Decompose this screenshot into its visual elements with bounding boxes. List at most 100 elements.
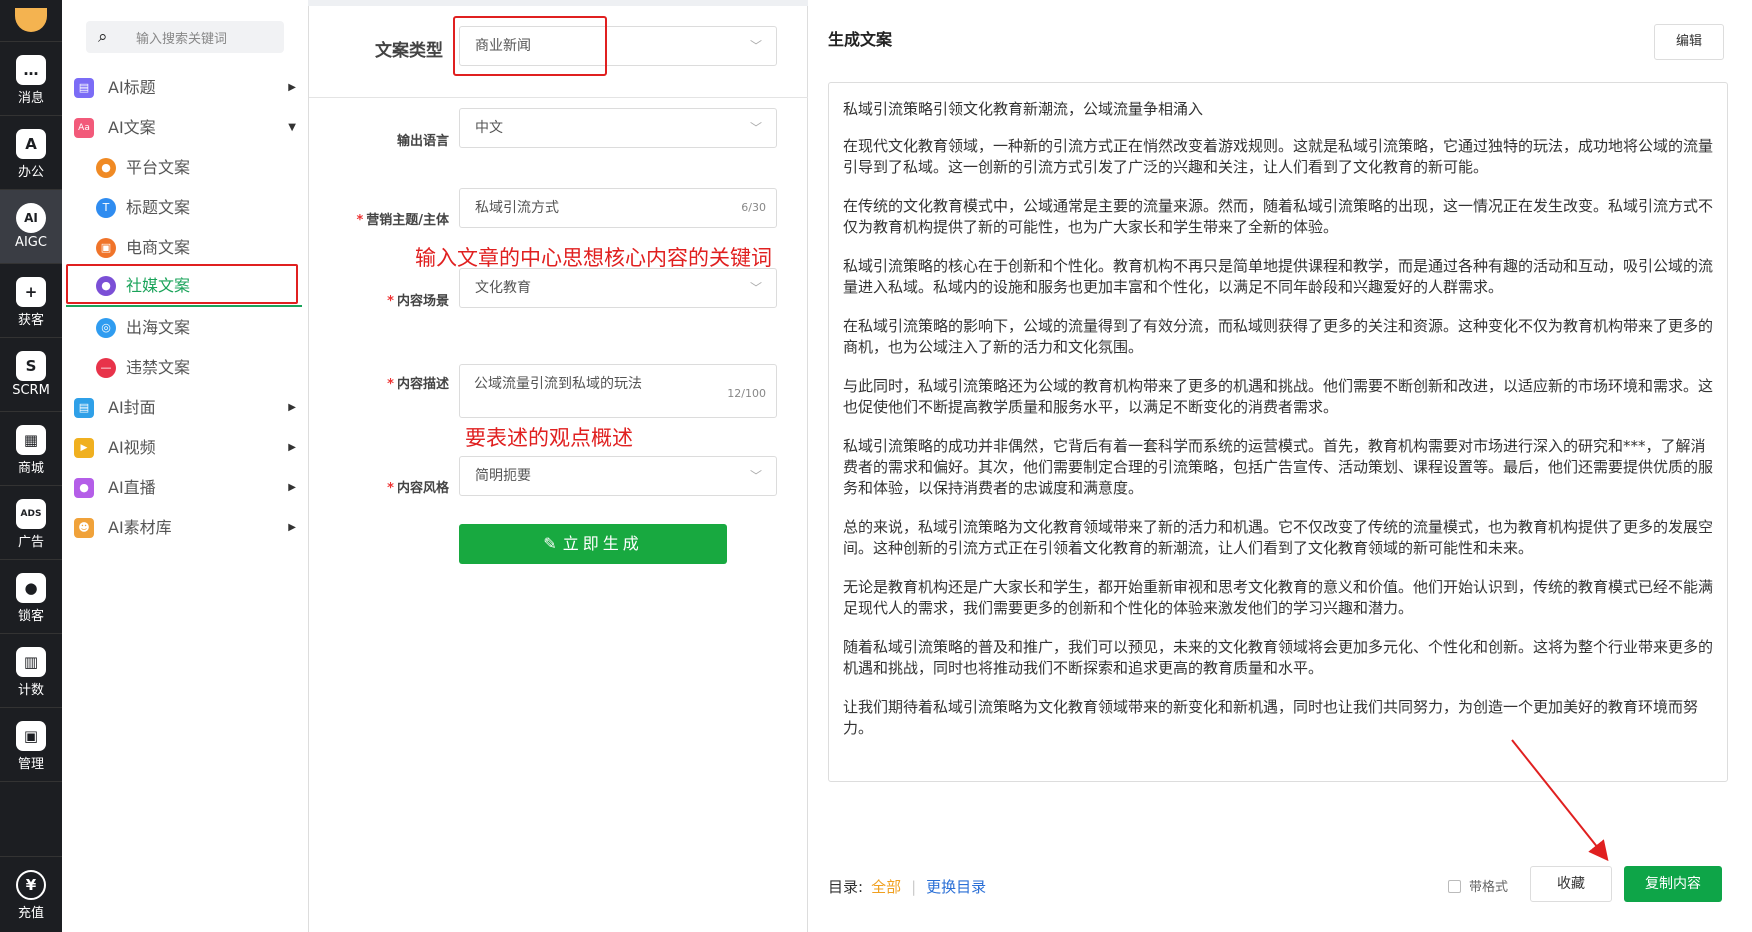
nav-item-messages[interactable]: … 消息 — [0, 42, 62, 116]
left-icon-bar: … 消息 A 办公 AI AIGC + 获客 S SCRM ▦ 商城 ADS 广… — [0, 0, 62, 932]
style-select[interactable]: 简明扼要 ﹀ — [459, 456, 777, 496]
avatar — [15, 8, 47, 32]
nav-item-store[interactable]: ▦ 商城 — [0, 412, 62, 486]
nav-item-scrm[interactable]: S SCRM — [0, 338, 62, 412]
menu-ai-cover[interactable]: ▤ AI封面 ▶ — [68, 388, 306, 428]
ai-title-icon: ▤ — [74, 78, 94, 98]
toc-bar: 目录: 全部 | 更换目录 — [828, 876, 986, 897]
format-label: 带格式 — [1469, 880, 1509, 895]
output-language-value: 中文 — [475, 120, 503, 136]
edit-button[interactable]: 编辑 — [1654, 24, 1724, 60]
toc-switch-link[interactable]: 更换目录 — [926, 878, 986, 896]
article-paragraph: 在私域引流策略的影响下，公域的流量得到了有效分流，而私域则获得了更多的关注和资源… — [843, 317, 1714, 356]
output-language-select[interactable]: 中文 ﹀ — [459, 108, 777, 148]
nav-item-lock[interactable]: ● 锁客 — [0, 560, 62, 634]
nav-label: 锁客 — [17, 609, 44, 624]
nav-avatar[interactable] — [0, 0, 62, 42]
live-icon: ● — [74, 478, 94, 498]
generated-content[interactable]: 私域引流策略引领文化教育新潮流，公域流量争相涌入 在现代文化教育领域，一种新的引… — [828, 82, 1728, 782]
scene-label-text: 内容场景 — [396, 294, 449, 309]
generate-label: 立即生成 — [562, 534, 643, 553]
menu-label: 电商文案 — [126, 238, 191, 257]
article-paragraph: 私域引流策略的核心在于创新和个性化。教育机构不再只是简单地提供课程和教学，而是通… — [843, 257, 1714, 296]
menu-ai-video[interactable]: ▶ AI视频 ▶ — [68, 428, 306, 468]
description-value: 公域流量引流到私域的玩法 — [474, 376, 642, 392]
store-icon: ▦ — [16, 425, 46, 455]
article-paragraph: 无论是教育机构还是广大家长和学生，都开始重新审视和思考文化教育的意义和价值。他们… — [843, 578, 1714, 617]
nav-item-ads[interactable]: ADS 广告 — [0, 486, 62, 560]
count-icon: ▥ — [16, 647, 46, 677]
caret-right-icon: ▶ — [288, 522, 296, 533]
menu-label: AI文案 — [108, 118, 156, 137]
article-paragraph: 随着私域引流策略的普及和推广，我们可以预见，未来的文化教育领域将会更加多元化、个… — [843, 638, 1714, 677]
description-textarea[interactable]: 公域流量引流到私域的玩法 12/100 — [459, 364, 777, 418]
favorite-button[interactable]: 收藏 — [1530, 866, 1612, 902]
menu-headline-copy[interactable]: T 标题文案 — [84, 188, 306, 228]
required-mark: * — [387, 294, 394, 309]
scene-select[interactable]: 文化教育 ﹀ — [459, 268, 777, 308]
cover-icon: ▤ — [74, 398, 94, 418]
menu-ai-live[interactable]: ● AI直播 ▶ — [68, 468, 306, 508]
generate-button[interactable]: ✎ 立即生成 — [459, 524, 727, 564]
description-label: * 内容描述 — [309, 373, 449, 392]
lock-user-icon: ● — [16, 573, 46, 603]
menu-banned-copy[interactable]: — 违禁文案 — [84, 348, 306, 388]
search-placeholder: 输入搜索关键词 — [136, 32, 228, 47]
manage-icon: ▣ — [16, 721, 46, 751]
nav-label: 商城 — [17, 461, 44, 476]
chevron-down-icon: ﹀ — [749, 281, 762, 295]
chevron-down-icon: ﹀ — [749, 469, 762, 483]
nav-label: 广告 — [17, 535, 44, 550]
yen-icon: ¥ — [16, 870, 46, 900]
nav-item-office[interactable]: A 办公 — [0, 116, 62, 190]
chevron-down-icon: ﹀ — [749, 39, 762, 53]
toc-all-link[interactable]: 全部 — [871, 878, 901, 896]
required-mark: * — [356, 213, 364, 228]
nav-label: 获客 — [17, 313, 44, 328]
menu-label: 违禁文案 — [126, 358, 191, 377]
bulb-icon: ● — [96, 158, 116, 178]
menu-ai-assets[interactable]: ☻ AI素材库 ▶ — [68, 508, 306, 548]
menu-overseas-copy[interactable]: ◎ 出海文案 — [84, 308, 306, 348]
style-label: * 内容风格 — [309, 477, 449, 496]
selected-underline — [66, 305, 302, 307]
nav-item-count[interactable]: ▥ 计数 — [0, 634, 62, 708]
article-paragraph: 总的来说，私域引流策略为文化教育领域带来了新的活力和机遇。它不仅改变了传统的流量… — [843, 518, 1714, 557]
article-paragraph: 与此同时，私域引流策略还为公域的教育机构带来了更多的机遇和挑战。他们需要不断创新… — [843, 377, 1714, 416]
nav-item-manage[interactable]: ▣ 管理 — [0, 708, 62, 782]
topic-input[interactable]: 私域引流方式 6/30 — [459, 188, 777, 228]
nav-item-recharge[interactable]: ¥ 充值 — [0, 856, 62, 930]
style-label-text: 内容风格 — [396, 481, 449, 496]
caret-right-icon: ▶ — [288, 402, 296, 413]
highlight-box-social — [66, 264, 298, 304]
caret-right-icon: ▶ — [288, 442, 296, 453]
scene-label: * 内容场景 — [309, 290, 449, 309]
menu-ai-title[interactable]: ▤ AI标题 ▶ — [68, 68, 306, 108]
menu-search[interactable]: ⌕ 输入搜索关键词 — [86, 21, 284, 53]
nav-label: 充值 — [17, 906, 44, 921]
copy-content-button[interactable]: 复制内容 — [1624, 866, 1722, 902]
nav-label: 管理 — [17, 757, 44, 772]
nav-label: SCRM — [12, 383, 50, 398]
format-toggle[interactable]: 带格式 — [1448, 876, 1508, 895]
article-paragraph: 在传统的文化教育模式中，公域通常是主要的流量来源。然而，随着私域引流策略的出现，… — [843, 197, 1714, 236]
output-panel: 生成文案 编辑 私域引流策略引领文化教育新潮流，公域流量争相涌入 在现代文化教育… — [808, 0, 1752, 932]
menu-ecommerce-copy[interactable]: ▣ 电商文案 — [84, 228, 306, 268]
style-value: 简明扼要 — [475, 468, 531, 484]
nav-label: AIGC — [15, 235, 47, 250]
menu-ai-copy[interactable]: Aa AI文案 ▼ — [68, 108, 306, 148]
nav-item-acquire[interactable]: + 获客 — [0, 264, 62, 338]
menu-label: AI标题 — [108, 78, 156, 97]
article-title: 私域引流策略引领文化教育新潮流，公域流量争相涌入 — [843, 100, 1204, 118]
caret-down-icon: ▼ — [288, 122, 296, 133]
globe-icon: ◎ — [96, 318, 116, 338]
caret-right-icon: ▶ — [288, 482, 296, 493]
menu-platform-copy[interactable]: ● 平台文案 — [84, 148, 306, 188]
topic-label: * 营销主题/主体 — [309, 209, 449, 228]
search-icon: ⌕ — [98, 27, 108, 47]
nav-item-aigc[interactable]: AI AIGC — [0, 190, 62, 264]
menu-label: 出海文案 — [126, 318, 191, 337]
office-icon: A — [16, 129, 46, 159]
format-checkbox[interactable] — [1448, 880, 1461, 893]
menu-label: AI视频 — [108, 438, 156, 457]
